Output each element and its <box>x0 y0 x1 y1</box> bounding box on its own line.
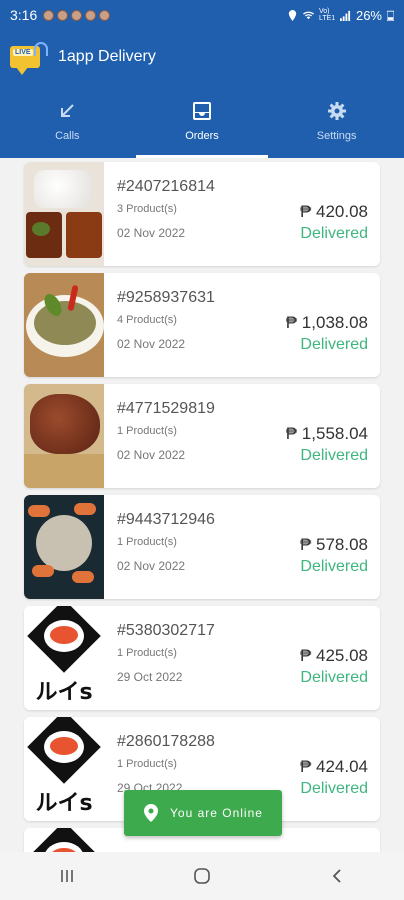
back-button[interactable] <box>317 856 357 896</box>
incoming-call-arrow-icon <box>56 100 78 122</box>
notification-icon <box>43 9 55 21</box>
order-id: #4771529819 <box>117 400 215 417</box>
order-status: Delivered <box>300 669 368 686</box>
order-card[interactable]: ルイs #5380302717 1 Product(s) 29 Oct 2022… <box>24 606 380 710</box>
app-logo: LIVE <box>8 40 48 75</box>
battery-level: 26% <box>355 7 382 23</box>
order-status: Delivered <box>300 336 368 353</box>
order-price: ₱ 1,558.04 <box>285 424 368 443</box>
location-pin-icon <box>144 804 158 822</box>
order-card[interactable]: #9258937631 4 Product(s) 02 Nov 2022 ₱ 1… <box>24 273 380 377</box>
order-id: #5380302717 <box>117 622 215 639</box>
order-price: ₱ 578.08 <box>299 535 368 554</box>
order-thumbnail <box>24 828 104 852</box>
order-price: ₱ 424.04 <box>299 757 368 776</box>
orders-list: #2407216814 3 Product(s) 02 Nov 2022 ₱ 4… <box>0 158 404 852</box>
order-thumbnail <box>24 162 104 266</box>
tab-settings[interactable]: Settings <box>269 84 404 158</box>
recent-apps-button[interactable] <box>47 856 87 896</box>
order-card[interactable]: #4771529819 1 Product(s) 02 Nov 2022 ₱ 1… <box>24 384 380 488</box>
order-id: #2860178288 <box>117 733 215 750</box>
tab-orders[interactable]: Orders <box>135 84 270 158</box>
back-icon <box>332 869 341 883</box>
order-id: #9258937631 <box>117 289 215 306</box>
online-status-toast: You are Online <box>124 790 282 836</box>
notification-icon <box>99 9 111 21</box>
order-thumbnail: ルイs <box>24 717 104 821</box>
tab-label: Calls <box>55 130 80 142</box>
order-price: ₱ 1,038.08 <box>285 313 368 332</box>
order-id: #2407216814 <box>117 178 215 195</box>
app-bar: LIVE 1app Delivery <box>0 30 404 84</box>
inbox-icon <box>191 100 213 122</box>
status-time: 3:16 <box>10 7 38 23</box>
home-button[interactable] <box>182 856 222 896</box>
tab-label: Orders <box>185 130 219 142</box>
sushi-brand-logo: ルイs <box>35 680 93 705</box>
notification-icon <box>57 9 69 21</box>
order-id: #9443712946 <box>117 511 215 528</box>
order-thumbnail: ルイs <box>24 606 104 710</box>
order-thumbnail <box>24 273 104 377</box>
order-card[interactable]: #2407216814 3 Product(s) 02 Nov 2022 ₱ 4… <box>24 162 380 266</box>
tab-bar: Calls Orders Settings <box>0 84 404 158</box>
order-status: Delivered <box>300 447 368 464</box>
system-indicators: Vo) LTE1 26% <box>287 8 394 23</box>
toast-text: You are Online <box>170 806 263 820</box>
order-price: ₱ 425.08 <box>299 646 368 665</box>
order-price: ₱ 420.08 <box>299 202 368 221</box>
home-icon <box>194 868 210 884</box>
wifi-icon <box>302 11 314 19</box>
tab-label: Settings <box>316 130 357 142</box>
recent-apps-icon <box>61 870 74 882</box>
order-thumbnail <box>24 495 104 599</box>
battery-icon <box>387 10 394 21</box>
gear-icon <box>326 100 348 122</box>
notification-icon <box>85 9 97 21</box>
network-label: Vo) LTE1 <box>318 8 336 22</box>
order-status: Delivered <box>300 225 368 242</box>
notification-icon <box>71 9 83 21</box>
order-status: Delivered <box>300 558 368 575</box>
tab-calls[interactable]: Calls <box>0 84 135 158</box>
order-status: Delivered <box>300 780 368 797</box>
status-bar: 3:16 Vo) LTE1 26% <box>0 0 404 30</box>
system-navigation-bar <box>0 852 404 900</box>
order-thumbnail <box>24 384 104 488</box>
sushi-brand-logo: ルイs <box>35 791 93 816</box>
signal-icon <box>339 10 351 21</box>
order-card[interactable]: #9443712946 1 Product(s) 02 Nov 2022 ₱ 5… <box>24 495 380 599</box>
location-icon <box>288 9 297 21</box>
app-title: 1app Delivery <box>58 48 156 65</box>
notification-icons <box>43 9 111 21</box>
